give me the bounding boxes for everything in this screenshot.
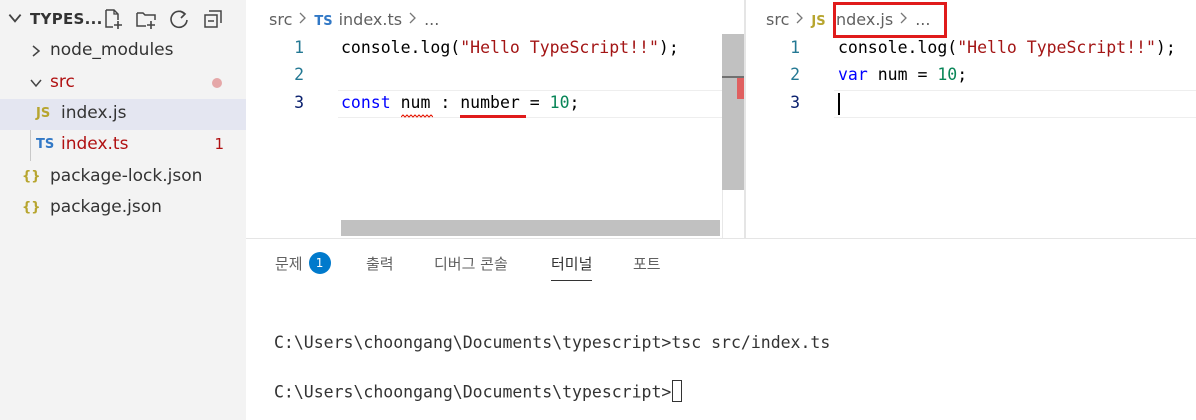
tree-item-src[interactable]: src: [0, 68, 246, 99]
error-squiggle: [401, 114, 433, 118]
chevron-down-icon: [30, 79, 42, 88]
line-number: 2: [294, 65, 304, 84]
chevron-down-icon[interactable]: [6, 9, 24, 27]
code-variable: num: [400, 93, 431, 112]
tab-label: 디버그 콘솔: [434, 255, 508, 273]
json-file-icon: {}: [22, 169, 41, 184]
breadcrumb-folder[interactable]: src: [269, 10, 292, 29]
code-keyword: var: [838, 65, 868, 84]
code-token: ;: [957, 65, 968, 84]
code-line-1[interactable]: console.log("Hello TypeScript!!");: [838, 38, 1176, 66]
explorer-title: TYPES...: [30, 10, 103, 28]
cursor-marker: [722, 76, 744, 78]
tree-item-node-modules[interactable]: node_modules: [0, 36, 246, 67]
editor-index-js[interactable]: src JS index.js... 1 2 3 console.log("Hell…: [746, 0, 1196, 238]
annotation-underline: [460, 115, 526, 118]
annotation-highlight-box: [833, 2, 947, 38]
problems-badge: 1: [308, 251, 331, 274]
tab-terminal[interactable]: 터미널: [551, 253, 593, 281]
line-number: 1: [294, 38, 304, 57]
chevron-right-icon: [299, 12, 307, 24]
terminal-prompt[interactable]: C:\Users\choongang\Documents\typescript>: [274, 380, 683, 404]
tab-label: 터미널: [551, 255, 593, 273]
refresh-icon[interactable]: [168, 8, 190, 30]
code-token: );: [1155, 38, 1176, 57]
terminal-text: C:\Users\choongang\Documents\typescript>: [274, 382, 672, 402]
terminal-cursor: [672, 380, 683, 402]
code-token: =: [519, 93, 550, 112]
tab-label: 포트: [633, 255, 661, 273]
terminal-line: C:\Users\choongang\Documents\typescript>…: [274, 333, 830, 352]
code-number: 10: [937, 65, 958, 84]
collapse-all-icon[interactable]: [202, 8, 224, 30]
current-line-highlight: [834, 90, 1196, 118]
code-token: ;: [569, 93, 580, 112]
breadcrumb-folder[interactable]: src: [766, 10, 789, 29]
text-cursor: [838, 93, 840, 115]
tree-item-label: src: [50, 72, 75, 92]
code-string: "Hello TypeScript!!": [957, 38, 1156, 57]
tab-output[interactable]: 출력: [366, 253, 394, 281]
tree-item-index-ts[interactable]: TS index.ts 1: [0, 130, 246, 161]
line-number: 3: [790, 93, 800, 112]
code-token: num =: [867, 65, 938, 84]
tree-item-label: package-lock.json: [50, 166, 203, 186]
code-string: "Hello TypeScript!!": [460, 38, 659, 57]
tree-item-label: index.ts: [61, 134, 129, 154]
new-folder-icon[interactable]: [135, 8, 157, 30]
json-file-icon: {}: [22, 200, 41, 215]
tab-debug-console[interactable]: 디버그 콘솔: [434, 253, 508, 281]
chevron-right-icon: [409, 12, 416, 24]
code-token: console.log(: [341, 38, 461, 57]
code-keyword: const: [341, 93, 391, 112]
new-file-icon[interactable]: [102, 8, 124, 30]
vertical-scrollbar[interactable]: [722, 34, 744, 190]
tree-item-label: package.json: [50, 197, 162, 217]
javascript-file-icon: JS: [36, 106, 51, 121]
problem-count: 1: [214, 135, 224, 153]
horizontal-scrollbar[interactable]: [341, 220, 720, 236]
chevron-right-icon: [32, 45, 41, 57]
tree-item-package-lock-json[interactable]: {} package-lock.json: [0, 162, 246, 193]
terminal-text: C:\Users\choongang\Documents\typescript>…: [274, 333, 831, 352]
tree-item-label: node_modules: [50, 40, 174, 60]
typescript-file-icon: TS: [314, 14, 333, 29]
chevron-right-icon: [796, 12, 804, 24]
breadcrumb: src TS index.ts...: [269, 10, 439, 32]
code-token: );: [658, 38, 679, 57]
editor-index-ts[interactable]: src TS index.ts... 1 2 3 console.log("Hell…: [246, 0, 745, 238]
javascript-file-icon: JS: [811, 14, 826, 29]
explorer-header: TYPES...: [0, 0, 246, 40]
code-type: number: [460, 93, 520, 112]
code-line-2[interactable]: var num = 10;: [838, 65, 967, 93]
bottom-panel: 문제 1 출력 디버그 콘솔 터미널 포트 C:\Users\choongang\…: [246, 238, 1196, 420]
explorer-sidebar: TYPES... node_modules src JS index.js TS…: [0, 0, 246, 420]
breadcrumb-file[interactable]: index.ts: [339, 10, 402, 29]
line-number: 3: [294, 93, 304, 112]
breadcrumb-more[interactable]: ...: [424, 10, 439, 29]
tree-item-label: index.js: [61, 103, 127, 123]
tab-label: 문제: [275, 255, 303, 273]
tab-label: 출력: [366, 255, 394, 273]
line-number: 1: [790, 38, 800, 57]
code-number: 10: [549, 93, 570, 112]
code-line-1[interactable]: console.log("Hello TypeScript!!");: [341, 38, 679, 66]
tree-item-package-json[interactable]: {} package.json: [0, 193, 246, 224]
code-token: :: [430, 93, 461, 112]
tree-item-index-js[interactable]: JS index.js: [0, 99, 246, 130]
line-number: 2: [790, 65, 800, 84]
tab-problems[interactable]: 문제 1: [275, 251, 331, 281]
typescript-file-icon: TS: [36, 137, 55, 152]
code-token: console.log(: [838, 38, 958, 57]
modified-dot: [212, 78, 222, 88]
tab-ports[interactable]: 포트: [633, 253, 661, 281]
